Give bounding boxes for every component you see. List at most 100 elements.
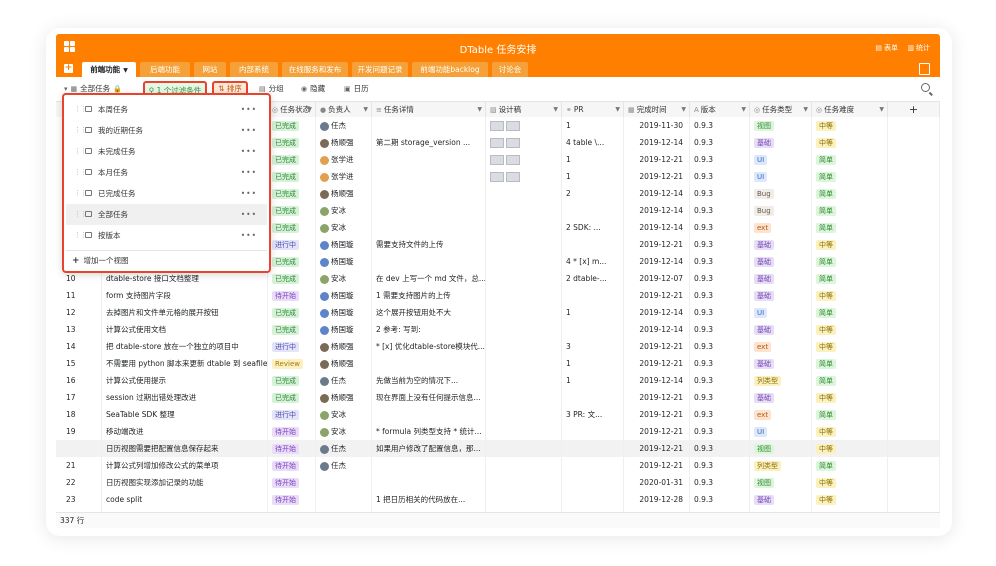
cell-name[interactable]: 计算公式使用提示 bbox=[102, 372, 268, 389]
cell-date[interactable]: 2019-11-30 bbox=[624, 117, 690, 134]
cell-pr[interactable] bbox=[562, 423, 624, 440]
cell-owner[interactable]: 杨顺强 bbox=[316, 389, 372, 406]
cell-pr[interactable]: 4 * [x] m... bbox=[562, 253, 624, 270]
cell-owner[interactable] bbox=[316, 491, 372, 508]
cell-diff[interactable]: 简单 bbox=[812, 253, 888, 270]
cell-detail[interactable]: 1 需要支持图片的上传 bbox=[372, 287, 486, 304]
cell-status[interactable]: 待开始 bbox=[268, 287, 316, 304]
add-column-icon[interactable]: + bbox=[888, 102, 940, 117]
search-icon[interactable] bbox=[921, 83, 930, 92]
cell-date[interactable]: 2020-01-31 bbox=[624, 474, 690, 491]
cell-status[interactable]: 进行中 bbox=[268, 338, 316, 355]
image-thumbnail[interactable] bbox=[490, 172, 504, 182]
cell-design[interactable] bbox=[486, 423, 562, 440]
view-item[interactable]: ⋮⋮ 未完成任务 ••• bbox=[66, 141, 267, 162]
cell-detail[interactable]: 在 dev 上写一个 md 文件，总... bbox=[372, 270, 486, 287]
cell-name[interactable]: 移动端改进 bbox=[102, 423, 268, 440]
view-item[interactable]: ⋮⋮ 本月任务 ••• bbox=[66, 162, 267, 183]
cell-empty[interactable] bbox=[888, 372, 940, 389]
cell-no[interactable]: 16 bbox=[56, 372, 102, 389]
tab-website[interactable]: 网站 bbox=[194, 62, 226, 77]
cell-status[interactable]: 已完成 bbox=[268, 253, 316, 270]
cell-date[interactable]: 2019-12-21 bbox=[624, 236, 690, 253]
cell-pr[interactable] bbox=[562, 457, 624, 474]
cell-status[interactable]: 已完成 bbox=[268, 185, 316, 202]
cell-ver[interactable]: 0.9.3 bbox=[690, 253, 750, 270]
tab-frontend-backlog[interactable]: 前端功能backlog bbox=[412, 62, 488, 77]
cell-ver[interactable]: 0.9.3 bbox=[690, 389, 750, 406]
cell-pr[interactable] bbox=[562, 236, 624, 253]
cell-type[interactable]: ext bbox=[750, 219, 812, 236]
cell-detail[interactable]: * [x] 优化dtable-store模块代... bbox=[372, 338, 486, 355]
tab-meetings[interactable]: 讨论会 bbox=[492, 62, 528, 77]
cell-ver[interactable]: 0.9.3 bbox=[690, 185, 750, 202]
cell-type[interactable]: 基础 bbox=[750, 287, 812, 304]
cell-ver[interactable]: 0.9.3 bbox=[690, 457, 750, 474]
cell-owner[interactable]: 张学进 bbox=[316, 151, 372, 168]
header-owner[interactable]: ● 负责人 ▼ bbox=[316, 102, 372, 117]
cell-date[interactable]: 2019-12-21 bbox=[624, 440, 690, 457]
cell-date[interactable]: 2019-12-14 bbox=[624, 253, 690, 270]
cell-name[interactable]: SeaTable SDK 整理 bbox=[102, 406, 268, 423]
more-icon[interactable]: ••• bbox=[241, 225, 257, 246]
header-pr[interactable]: ⚭ PR ▼ bbox=[562, 102, 624, 117]
cell-detail[interactable] bbox=[372, 168, 486, 185]
cell-ver[interactable]: 0.9.3 bbox=[690, 151, 750, 168]
cell-ver[interactable]: 0.9.3 bbox=[690, 440, 750, 457]
cell-no[interactable] bbox=[56, 440, 102, 457]
cell-empty[interactable] bbox=[888, 236, 940, 253]
cell-detail[interactable]: 2 参考: 写到: bbox=[372, 321, 486, 338]
cell-diff[interactable]: 中等 bbox=[812, 134, 888, 151]
cell-empty[interactable] bbox=[888, 491, 940, 508]
cell-empty[interactable] bbox=[888, 117, 940, 134]
cell-type[interactable]: 视图 bbox=[750, 117, 812, 134]
cell-empty[interactable] bbox=[888, 219, 940, 236]
cell-no[interactable]: 14 bbox=[56, 338, 102, 355]
cell-owner[interactable]: 杨顺强 bbox=[316, 185, 372, 202]
cell-name[interactable]: 计算公式使用文档 bbox=[102, 321, 268, 338]
cell-date[interactable]: 2019-12-14 bbox=[624, 372, 690, 389]
cell-pr[interactable] bbox=[562, 321, 624, 338]
cell-detail[interactable]: * formula 列类型支持 * 统计... bbox=[372, 423, 486, 440]
header-difficulty[interactable]: ◎ 任务难度 ▼ bbox=[812, 102, 888, 117]
header-design[interactable]: ▨ 设计稿 ▼ bbox=[486, 102, 562, 117]
stats-button[interactable]: ▥ 统计 bbox=[907, 43, 930, 53]
cell-date[interactable]: 2019-12-14 bbox=[624, 134, 690, 151]
cell-status[interactable]: 待开始 bbox=[268, 440, 316, 457]
cell-ver[interactable]: 0.9.3 bbox=[690, 168, 750, 185]
cell-status[interactable]: 已完成 bbox=[268, 219, 316, 236]
cell-no[interactable]: 17 bbox=[56, 389, 102, 406]
image-thumbnail[interactable] bbox=[490, 155, 504, 165]
cell-owner[interactable]: 任杰 bbox=[316, 117, 372, 134]
cell-date[interactable]: 2019-12-14 bbox=[624, 219, 690, 236]
cell-pr[interactable] bbox=[562, 474, 624, 491]
cell-status[interactable]: 进行中 bbox=[268, 236, 316, 253]
cell-type[interactable]: Bug bbox=[750, 202, 812, 219]
cell-type[interactable]: ext bbox=[750, 406, 812, 423]
cell-owner[interactable]: 任杰 bbox=[316, 457, 372, 474]
toggle-panel-icon[interactable] bbox=[919, 63, 930, 75]
cell-design[interactable] bbox=[486, 304, 562, 321]
cell-name[interactable]: 计算公式列增加修改公式的菜单项 bbox=[102, 457, 268, 474]
cell-name[interactable]: form 支持图片字段 bbox=[102, 287, 268, 304]
table-row[interactable]: 14 把 dtable-store 放在一个独立的项目中 进行中 杨顺强 * [x] 优… bbox=[56, 338, 940, 356]
cell-design[interactable] bbox=[486, 219, 562, 236]
cell-owner[interactable]: 杨顺强 bbox=[316, 355, 372, 372]
cell-type[interactable]: 基础 bbox=[750, 491, 812, 508]
cell-type[interactable]: 基础 bbox=[750, 253, 812, 270]
cell-type[interactable]: 列类型 bbox=[750, 457, 812, 474]
tab-frontend[interactable]: 前端功能 ▼ bbox=[82, 62, 136, 77]
cell-date[interactable]: 2019-12-21 bbox=[624, 151, 690, 168]
cell-status[interactable]: 已完成 bbox=[268, 270, 316, 287]
cell-date[interactable]: 2019-12-21 bbox=[624, 389, 690, 406]
cell-date[interactable]: 2019-12-21 bbox=[624, 355, 690, 372]
cell-ver[interactable]: 0.9.3 bbox=[690, 236, 750, 253]
cell-empty[interactable] bbox=[888, 287, 940, 304]
cell-design[interactable] bbox=[486, 270, 562, 287]
cell-design[interactable] bbox=[486, 287, 562, 304]
cell-date[interactable]: 2019-12-07 bbox=[624, 270, 690, 287]
cell-owner[interactable]: 杨顺强 bbox=[316, 134, 372, 151]
cell-ver[interactable]: 0.9.3 bbox=[690, 202, 750, 219]
cell-owner[interactable]: 杨国璇 bbox=[316, 253, 372, 270]
more-icon[interactable]: ••• bbox=[241, 120, 257, 141]
